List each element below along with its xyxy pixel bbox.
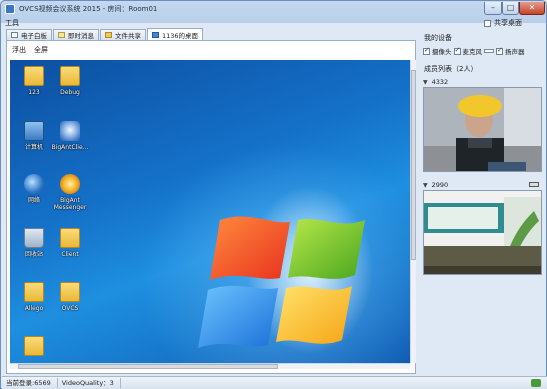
tab-bar: 电子白板 即时消息 文件共享 1136的桌面 xyxy=(6,28,204,40)
member-header[interactable]: ▼ 4332 xyxy=(423,77,543,87)
whiteboard-icon xyxy=(11,32,18,38)
minimize-button[interactable]: – xyxy=(484,2,502,15)
device-toggles: 摄像头 麦克风 扬声器 xyxy=(423,46,525,56)
menu-tools[interactable]: 工具 xyxy=(5,19,19,27)
side-panel: 我的设备 摄像头 麦克风 扬声器 成员列表（2人） ▼ 4332 xyxy=(421,29,545,375)
desktop-icon-label: BigAnt Messenger xyxy=(53,197,87,211)
desktop-icon-item[interactable]: OVCS xyxy=(50,282,90,312)
tab-label: 文件共享 xyxy=(115,32,141,40)
desktop-icon-item[interactable]: 计算机 xyxy=(14,121,54,151)
camera-checkbox[interactable] xyxy=(423,46,430,55)
remote-desktop-view[interactable]: 123 Debug 计算机 BigAntClie... 网络 BigAnt Me… xyxy=(10,60,410,363)
desktop-icon-item[interactable]: 回收站 xyxy=(14,228,54,258)
tab-label: 即时消息 xyxy=(68,32,94,40)
folder-icon xyxy=(24,282,44,302)
desktop-icon-label: 123 xyxy=(28,89,40,96)
message-icon xyxy=(58,32,65,38)
chevron-down-icon[interactable]: ▼ xyxy=(423,182,428,189)
vertical-scrollbar[interactable] xyxy=(410,60,416,363)
tab-instant-message[interactable]: 即时消息 xyxy=(53,29,99,40)
folder-icon xyxy=(60,228,80,248)
desktop-icon-label: 网络 xyxy=(27,197,40,204)
login-status: 当前登录:6569 xyxy=(2,378,58,388)
camera-label: 摄像头 xyxy=(432,48,452,56)
desktop-icon-item[interactable]: Allego xyxy=(14,282,54,312)
desktop-icon-label: 计算机 xyxy=(24,144,43,151)
maximize-button[interactable]: □ xyxy=(502,2,519,15)
video-frame xyxy=(424,88,541,171)
desktop-icon-label: Client xyxy=(61,251,79,258)
speaker-checkbox[interactable] xyxy=(496,46,503,55)
network-icon xyxy=(24,174,44,194)
desktop-icon-item[interactable] xyxy=(14,336,54,356)
recycle-bin-icon xyxy=(24,228,44,248)
share-desktop-checkbox[interactable]: 共享桌面 xyxy=(484,18,522,28)
computer-icon xyxy=(24,121,44,141)
folder-icon xyxy=(24,66,44,86)
fullscreen-button[interactable]: 全屏 xyxy=(34,45,48,55)
view-toolbar: 浮出 全屏 xyxy=(7,41,415,55)
close-button[interactable]: ✕ xyxy=(519,2,545,15)
horizontal-scrollbar[interactable] xyxy=(10,363,410,369)
member-video xyxy=(423,87,542,172)
signal-icon xyxy=(529,182,539,187)
desktop-icon-item[interactable]: Debug xyxy=(50,66,90,96)
network-status-icon xyxy=(531,379,541,387)
window-title: OVCS视频会议系统 2015 - 房间：Room01 xyxy=(19,5,158,13)
desktop-icon-item[interactable]: BigAntClie... xyxy=(50,121,90,151)
title-bar[interactable]: OVCS视频会议系统 2015 - 房间：Room01 – □ ✕ xyxy=(1,1,546,17)
app-icon xyxy=(5,4,15,14)
folder-icon xyxy=(24,336,44,356)
tab-file-share[interactable]: 文件共享 xyxy=(100,29,146,40)
desktop-icon-label: OVCS xyxy=(61,305,79,312)
folder-icon xyxy=(60,282,80,302)
my-devices-title: 我的设备 xyxy=(424,34,452,42)
mic-volume-slider[interactable] xyxy=(484,49,494,53)
desktop-icon xyxy=(152,31,159,38)
windows-logo xyxy=(198,216,365,348)
member-header[interactable]: ▼ 2990 xyxy=(423,180,543,190)
folder-icon xyxy=(105,32,112,38)
desktop-icon-item[interactable]: BigAnt Messenger xyxy=(50,174,90,211)
member-list-title: 成员列表（2人） xyxy=(424,65,478,73)
desktop-icon-label: Debug xyxy=(60,89,80,96)
share-desktop-check-icon[interactable] xyxy=(484,19,491,27)
desktop-share-panel: 浮出 全屏 123 Debug 计算机 BigAntClie... 网络 Big… xyxy=(6,40,416,374)
scroll-thumb[interactable] xyxy=(18,364,278,369)
desktop-icon-item[interactable]: 123 xyxy=(14,66,54,96)
desktop-icon-label: Allego xyxy=(24,305,44,312)
tab-whiteboard[interactable]: 电子白板 xyxy=(6,29,52,40)
mic-checkbox[interactable] xyxy=(453,46,461,55)
video-quality-status: VideoQuality：3 xyxy=(58,378,121,388)
folder-icon xyxy=(60,66,80,86)
speaker-label: 扬声器 xyxy=(505,48,525,56)
app-window: OVCS视频会议系统 2015 - 房间：Room01 – □ ✕ 工具 共享桌… xyxy=(0,0,547,389)
status-bar: 当前登录:6569 VideoQuality：3 xyxy=(2,376,547,389)
member-id: 2990 xyxy=(431,181,449,189)
desktop-icon-item[interactable]: 网络 xyxy=(14,174,54,204)
desktop-icon-label: 回收站 xyxy=(24,251,43,258)
tab-remote-desktop[interactable]: 1136的桌面 xyxy=(147,28,204,40)
bigant-client-icon xyxy=(60,121,80,141)
tab-label: 电子白板 xyxy=(21,32,47,40)
menu-bar: 工具 xyxy=(5,18,19,28)
share-desktop-label: 共享桌面 xyxy=(494,19,522,27)
detach-button[interactable]: 浮出 xyxy=(12,45,26,55)
desktop-icon-label: BigAntClie... xyxy=(51,144,89,151)
chevron-down-icon[interactable]: ▼ xyxy=(423,79,428,86)
tab-label: 1136的桌面 xyxy=(162,31,199,40)
member-id: 4332 xyxy=(431,78,449,86)
video-frame xyxy=(424,191,541,274)
desktop-icon-item[interactable]: Client xyxy=(50,228,90,258)
scroll-thumb[interactable] xyxy=(411,70,416,260)
member-video xyxy=(423,190,542,275)
bigant-messenger-icon xyxy=(60,174,80,194)
mic-label: 麦克风 xyxy=(462,48,483,56)
